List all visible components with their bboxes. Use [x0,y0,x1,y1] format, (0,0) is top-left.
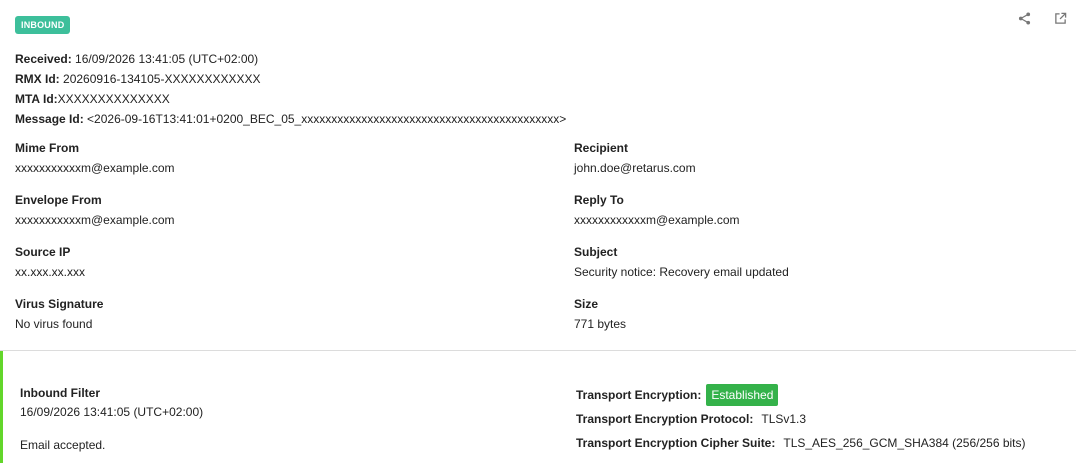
message-id-value: <2026-09-16T13:41:01+0200_BEC_05_xxxxxxx… [87,112,567,126]
transport-protocol-value: TLSv1.3 [761,412,807,426]
transport-cipher-label: Transport Encryption Cipher Suite: [576,436,776,450]
mime-from-field: Mime From xxxxxxxxxxxm@example.com [15,140,495,176]
mta-id-label: MTA Id: [15,92,58,106]
rmx-id-label: RMX Id: [15,72,60,86]
rmx-id-value: 20260916-134105-XXXXXXXXXXXX [63,72,261,86]
received-value: 16/09/2026 13:41:05 (UTC+02:00) [75,52,259,66]
inbound-filter-section: Inbound Filter 16/09/2026 13:41:05 (UTC+… [0,351,1076,463]
message-meta: Received: 16/09/2026 13:41:05 (UTC+02:00… [15,49,566,129]
source-ip-label: Source IP [15,245,71,259]
established-badge: Established [706,384,779,406]
source-ip-value: xx.xxx.xx.xxx [15,265,86,279]
envelope-from-field: Envelope From xxxxxxxxxxxm@example.com [15,192,495,228]
message-id-label: Message Id: [15,112,84,126]
transport-encryption-label: Transport Encryption: [576,388,702,402]
status-accent-bar [0,351,3,463]
size-field: Size 771 bytes [574,296,1054,332]
message-id-row: Message Id: <2026-09-16T13:41:01+0200_BE… [15,109,566,129]
rmx-id-row: RMX Id: 20260916-134105-XXXXXXXXXXXX [15,69,566,89]
transport-cipher-row: Transport Encryption Cipher Suite: TLS_A… [576,431,1026,455]
transport-details: Transport Encryption: Established Transp… [576,384,1026,455]
transport-cipher-value: TLS_AES_256_GCM_SHA384 (256/256 bits) [783,436,1026,450]
filter-summary: Inbound Filter 16/09/2026 13:41:05 (UTC+… [20,385,203,453]
message-detail-page: INBOUND Received: 16/09/2026 13:41:05 (U… [0,0,1076,463]
external-link-icon[interactable] [1052,10,1068,26]
direction-badge: INBOUND [15,16,71,34]
virus-signature-value: No virus found [15,317,93,331]
share-icon[interactable] [1016,10,1032,26]
transport-protocol-label: Transport Encryption Protocol: [576,412,754,426]
filter-result: Email accepted. [20,438,106,452]
subject-field: Subject Security notice: Recovery email … [574,244,1054,280]
filter-title: Inbound Filter [20,386,100,400]
transport-encryption-row: Transport Encryption: Established [576,384,1026,406]
recipient-value: john.doe@retarus.com [574,161,696,175]
mime-from-label: Mime From [15,141,80,155]
reply-to-label: Reply To [574,193,624,207]
mta-id-row: MTA Id:XXXXXXXXXXXXXX [15,89,566,109]
recipient-label: Recipient [574,141,629,155]
mime-from-value: xxxxxxxxxxxm@example.com [15,161,175,175]
recipient-field: Recipient john.doe@retarus.com [574,140,1054,176]
transport-protocol-row: Transport Encryption Protocol: TLSv1.3 [576,407,1026,431]
received-label: Received: [15,52,72,66]
toolbar [1016,10,1068,26]
received-row: Received: 16/09/2026 13:41:05 (UTC+02:00… [15,49,566,69]
mta-id-value: XXXXXXXXXXXXXX [57,92,170,106]
filter-time: 16/09/2026 13:41:05 (UTC+02:00) [20,405,204,419]
reply-to-value: xxxxxxxxxxxxm@example.com [574,213,740,227]
reply-to-field: Reply To xxxxxxxxxxxxm@example.com [574,192,1054,228]
envelope-from-value: xxxxxxxxxxxm@example.com [15,213,175,227]
envelope-from-label: Envelope From [15,193,102,207]
size-value: 771 bytes [574,317,627,331]
source-ip-field: Source IP xx.xxx.xx.xxx [15,244,495,280]
size-label: Size [574,297,599,311]
virus-signature-label: Virus Signature [15,297,104,311]
subject-label: Subject [574,245,618,259]
virus-signature-field: Virus Signature No virus found [15,296,495,332]
subject-value: Security notice: Recovery email updated [574,265,789,279]
